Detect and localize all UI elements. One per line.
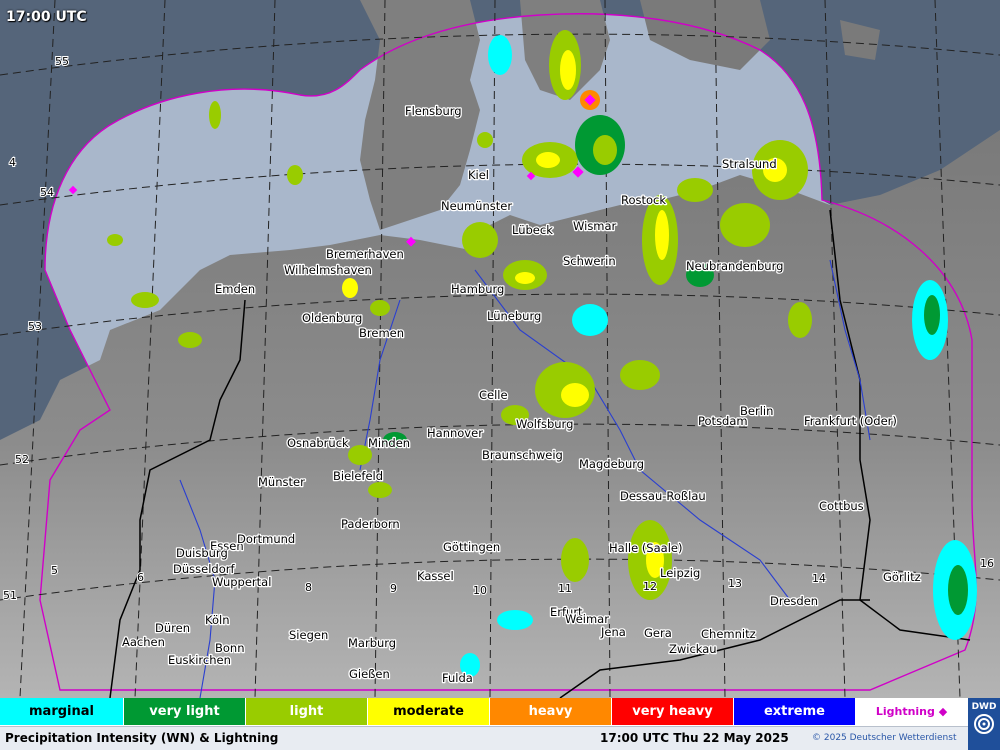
city-label: Rostock <box>621 193 666 207</box>
radar-map: 55 54 53 52 51 4 5 6 8 9 10 11 12 13 14 … <box>0 0 1000 699</box>
city-label: Wuppertal <box>212 575 271 589</box>
svg-text:51: 51 <box>3 589 17 602</box>
dwd-logo: DWD <box>968 698 1000 750</box>
legend-moderate: moderate <box>368 698 490 725</box>
city-label: Neubrandenburg <box>686 259 783 273</box>
legend-very-light: very light <box>124 698 246 725</box>
city-label: Weimar <box>565 612 609 626</box>
city-label: Münster <box>258 475 305 489</box>
city-label: Halle (Saale) <box>609 541 682 555</box>
legend-heavy: heavy <box>490 698 612 725</box>
legend-marginal: marginal <box>0 698 124 725</box>
map-canvas: 55 54 53 52 51 4 5 6 8 9 10 11 12 13 14 … <box>0 0 1000 699</box>
city-label: Cottbus <box>819 499 864 513</box>
city-label: Schwerin <box>563 254 616 268</box>
city-label: Köln <box>205 613 230 627</box>
legend-extreme: extreme <box>734 698 856 725</box>
map-time-label: 17:00 UTC <box>6 9 87 25</box>
city-label: Leipzig <box>660 566 700 580</box>
city-label: Gießen <box>349 667 390 681</box>
city-label: Frankfurt (Oder) <box>804 414 897 428</box>
svg-text:14: 14 <box>812 572 826 585</box>
city-label: Osnabrück <box>287 436 349 450</box>
legend-bar: marginal very light light moderate heavy… <box>0 698 1000 726</box>
city-label: Flensburg <box>405 104 462 118</box>
city-label: Lübeck <box>512 223 553 237</box>
city-label: Paderborn <box>341 517 400 531</box>
svg-text:53: 53 <box>28 320 42 333</box>
city-label: Bielefeld <box>333 469 383 483</box>
city-label: Düren <box>155 621 190 635</box>
svg-text:54: 54 <box>40 186 54 199</box>
svg-text:12: 12 <box>643 580 657 593</box>
city-label: Potsdam <box>698 414 748 428</box>
svg-text:55: 55 <box>55 55 69 68</box>
dwd-logo-text: DWD <box>971 702 997 712</box>
city-label: Görlitz <box>883 570 921 584</box>
city-label: Hamburg <box>451 282 504 296</box>
city-label: Wismar <box>573 219 617 233</box>
city-label: Kassel <box>417 569 454 583</box>
city-label: Düsseldorf <box>173 562 235 576</box>
legend-very-heavy: very heavy <box>612 698 734 725</box>
city-label: Wilhelmshaven <box>284 263 372 277</box>
footer: Precipitation Intensity (WN) & Lightning… <box>0 726 1000 750</box>
city-label: Chemnitz <box>701 627 756 641</box>
svg-text:52: 52 <box>15 453 29 466</box>
city-label: Braunschweig <box>482 448 563 462</box>
city-label: Dortmund <box>237 532 295 546</box>
city-label: Aachen <box>122 635 165 649</box>
city-label: Celle <box>479 388 508 402</box>
city-label: Siegen <box>289 628 328 642</box>
svg-text:16: 16 <box>980 557 994 570</box>
city-label: Lüneburg <box>487 309 541 323</box>
city-label: Euskirchen <box>168 653 231 667</box>
city-label: Kiel <box>468 168 489 182</box>
footer-datetime: 17:00 UTC Thu 22 May 2025 <box>600 731 789 745</box>
city-label: Duisburg <box>176 546 228 560</box>
city-label: Minden <box>368 436 410 450</box>
city-label: Marburg <box>348 636 396 650</box>
city-label: Stralsund <box>722 157 777 171</box>
city-label: Gera <box>644 626 672 640</box>
city-label: Magdeburg <box>579 457 644 471</box>
city-label: Neumünster <box>441 199 512 213</box>
city-label: Göttingen <box>443 540 500 554</box>
footer-copyright: © 2025 Deutscher Wetterdienst <box>812 733 957 743</box>
svg-text:11: 11 <box>558 582 572 595</box>
svg-text:5: 5 <box>51 564 58 577</box>
dwd-swirl-icon <box>974 714 994 734</box>
svg-text:9: 9 <box>390 582 397 595</box>
city-label: Wolfsburg <box>516 417 573 431</box>
city-label: Dresden <box>770 594 818 608</box>
svg-text:4: 4 <box>9 156 16 169</box>
svg-text:13: 13 <box>728 577 742 590</box>
svg-text:6: 6 <box>137 571 144 584</box>
footer-title: Precipitation Intensity (WN) & Lightning <box>5 731 279 745</box>
legend-lightning: Lightning ◆ <box>856 698 968 725</box>
city-label: Bremerhaven <box>326 247 404 261</box>
svg-text:10: 10 <box>473 584 487 597</box>
city-label: Emden <box>215 282 255 296</box>
city-label: Dessau-Roßlau <box>620 489 706 503</box>
city-label: Hannover <box>427 426 483 440</box>
city-label: Zwickau <box>669 642 717 656</box>
city-label: Fulda <box>442 671 473 685</box>
svg-text:8: 8 <box>305 581 312 594</box>
city-label: Bremen <box>359 326 404 340</box>
city-label: Oldenburg <box>302 311 362 325</box>
legend-light: light <box>246 698 368 725</box>
city-label: Jena <box>600 625 626 639</box>
